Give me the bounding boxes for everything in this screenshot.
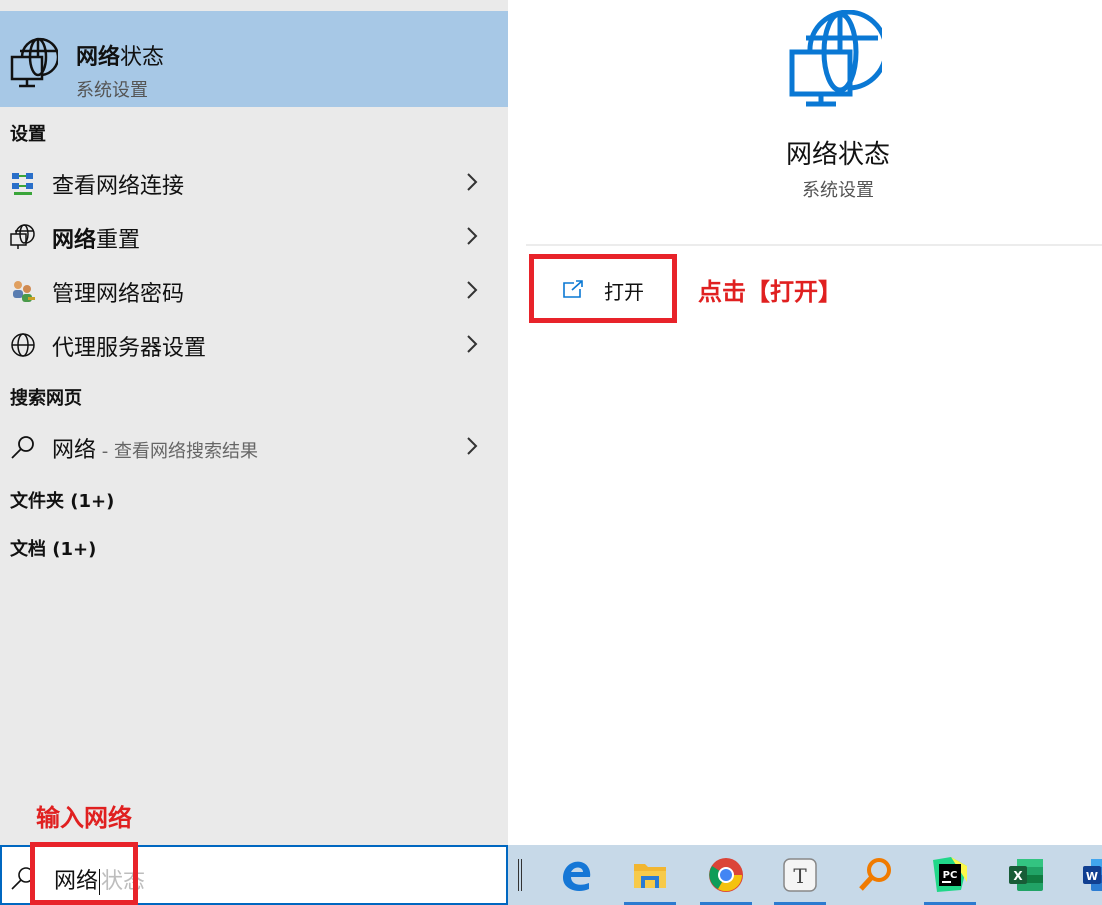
search-highlight-box [30, 842, 138, 905]
best-match-item[interactable]: 网络状态 系统设置 [0, 11, 508, 107]
chrome-icon [709, 858, 743, 892]
word-icon: W [1083, 859, 1102, 891]
file-explorer-icon [634, 864, 666, 888]
settings-result-network-reset[interactable]: 网络重置 [0, 211, 508, 261]
globe-icon [11, 333, 35, 357]
chevron-right-icon [467, 281, 478, 299]
excel-icon: X [1009, 859, 1043, 891]
chevron-right-icon [467, 437, 478, 455]
globe-monitor-icon [789, 10, 882, 107]
open-external-icon [563, 280, 583, 298]
pycharm-letters: PC [943, 870, 958, 881]
annotation-type-network: 输入网络 [36, 804, 132, 832]
pycharm-icon: PC [933, 857, 967, 892]
chevron-right-icon [467, 335, 478, 353]
edge-icon [563, 861, 591, 891]
users-key-icon [13, 281, 35, 302]
search-results-panel: 网络状态 系统设置 设置 查看网络连接 网络重置 管理网络密码 代理服务器设置 … [0, 0, 508, 845]
chevron-right-icon [467, 173, 478, 191]
word-letter: W [1086, 870, 1098, 883]
settings-result-proxy-settings[interactable]: 代理服务器设置 [0, 319, 508, 369]
section-header-documents[interactable]: 文档 (1+) [10, 535, 96, 561]
network-connections-icon [12, 173, 33, 195]
section-header-web: 搜索网页 [10, 388, 82, 409]
divider [526, 244, 1102, 246]
section-header-folders[interactable]: 文件夹 (1+) [10, 487, 114, 513]
search-tool-icon [859, 858, 891, 891]
globe-monitor-icon [10, 224, 35, 249]
preview-title: 网络状态 [785, 140, 890, 170]
taskbar-typora[interactable]: T [770, 845, 830, 905]
open-button-label: 打开 [604, 280, 644, 304]
result-label: 网络 - 查看网络搜索结果 [52, 438, 258, 463]
annotation-click-open: 点击【打开】 [698, 278, 842, 306]
taskbar-pycharm[interactable]: PC [920, 845, 980, 905]
settings-result-network-connections[interactable]: 查看网络连接 [0, 157, 508, 207]
taskbar-word[interactable]: W [1070, 845, 1102, 905]
search-icon [11, 436, 34, 459]
preview-panel: 网络状态 系统设置 [526, 0, 1102, 845]
chevron-right-icon [467, 227, 478, 245]
preview-subtitle: 系统设置 [802, 180, 874, 201]
best-match-title: 网络状态 [76, 45, 165, 70]
section-header-settings: 设置 [10, 124, 46, 145]
settings-result-manage-passwords[interactable]: 管理网络密码 [0, 265, 508, 315]
excel-letter: X [1013, 869, 1023, 883]
taskbar: T PC X W [508, 845, 1102, 905]
taskbar-chrome[interactable] [696, 845, 756, 905]
taskbar-file-explorer[interactable] [620, 845, 680, 905]
result-label: 管理网络密码 [52, 282, 185, 307]
result-label: 网络重置 [52, 228, 141, 253]
taskbar-search-tool[interactable] [846, 845, 906, 905]
open-button[interactable]: 打开 [529, 254, 677, 323]
taskbar-excel[interactable]: X [996, 845, 1056, 905]
result-label: 代理服务器设置 [52, 336, 207, 361]
taskbar-separator [518, 859, 522, 891]
taskbar-edge[interactable] [546, 845, 606, 905]
typora-letter: T [793, 864, 807, 888]
best-match-subtitle: 系统设置 [76, 80, 148, 101]
web-search-result[interactable]: 网络 - 查看网络搜索结果 [0, 421, 508, 471]
result-label: 查看网络连接 [52, 174, 185, 199]
typora-icon: T [783, 858, 817, 892]
globe-monitor-icon [10, 37, 58, 88]
